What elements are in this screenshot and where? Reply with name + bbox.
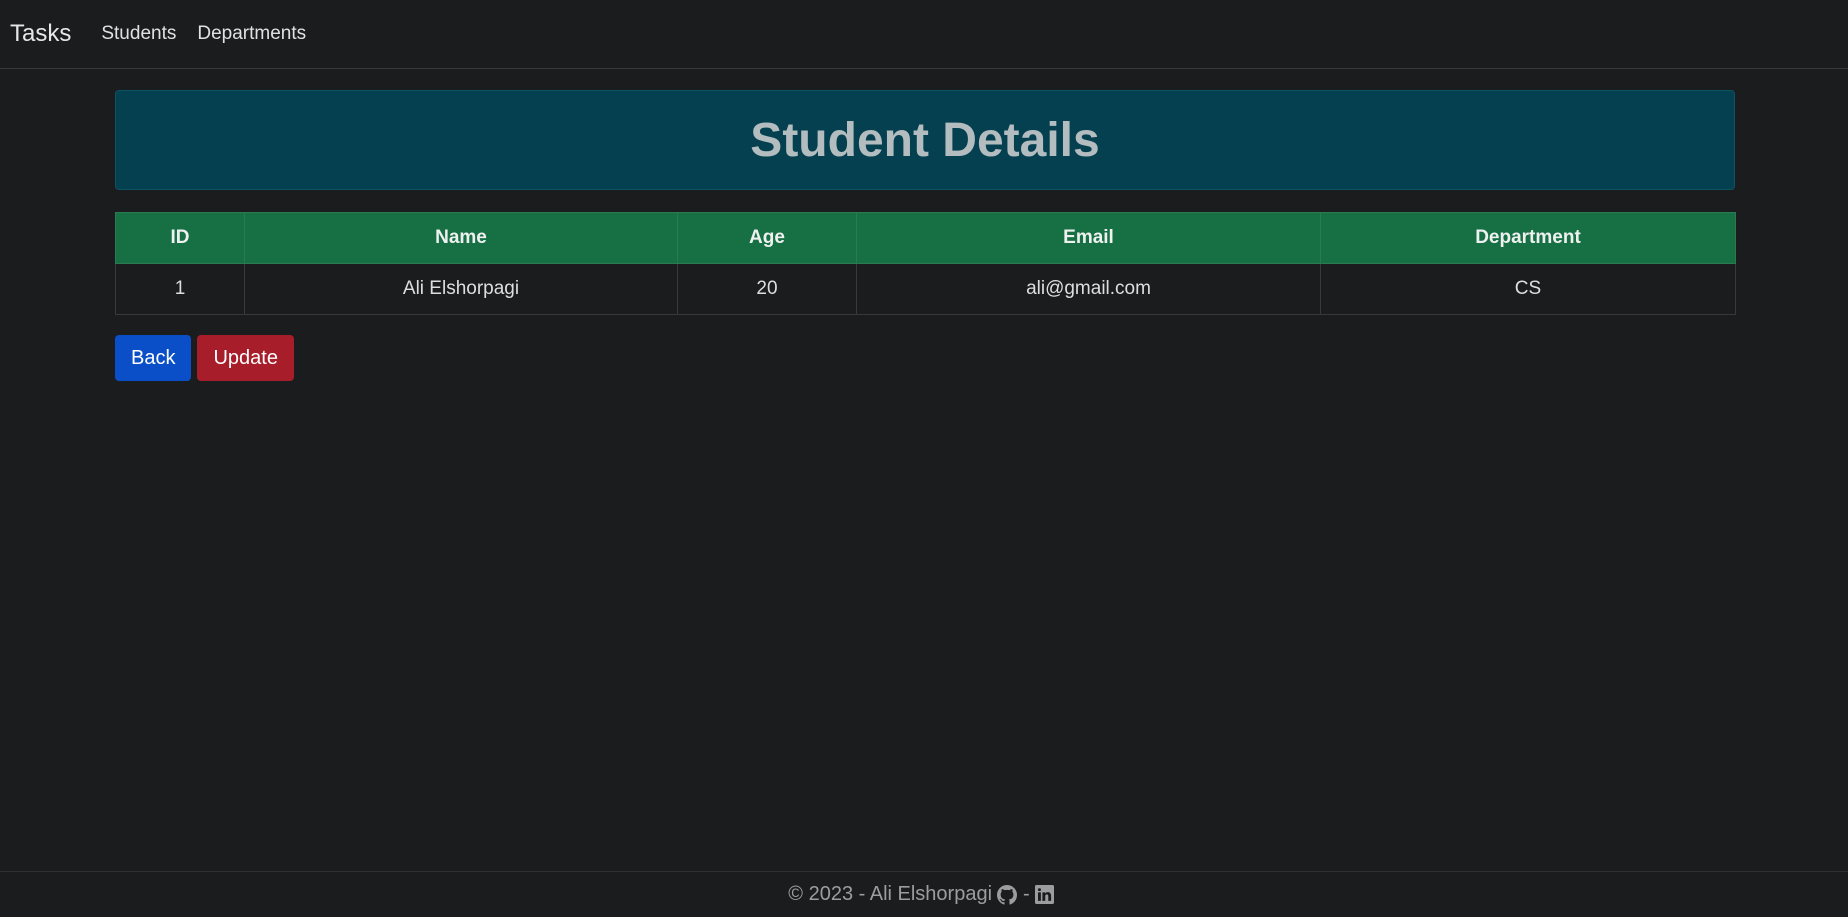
footer-copyright: © 2023 - Ali Elshorpagi [788,883,993,905]
github-icon[interactable] [997,884,1018,905]
page-title: Student Details [750,113,1100,167]
cell-email: ali@gmail.com [856,263,1321,315]
column-header-email: Email [856,212,1321,264]
brand-link[interactable]: Tasks [10,20,71,48]
column-header-age: Age [677,212,857,264]
navbar: Tasks Students Departments [0,0,1848,69]
column-header-id: ID [115,212,245,264]
footer-separator: - [1023,883,1030,905]
student-details-table: ID Name Age Email Department 1 Ali Elsho… [115,212,1736,315]
cell-department: CS [1320,263,1736,315]
cell-name: Ali Elshorpagi [244,263,678,315]
table-header-row: ID Name Age Email Department [115,212,1736,264]
action-buttons: Back Update [115,335,1735,381]
table-row: 1 Ali Elshorpagi 20 ali@gmail.com CS [115,263,1736,315]
column-header-name: Name [244,212,678,264]
nav-link-departments[interactable]: Departments [197,23,306,45]
cell-age: 20 [677,263,857,315]
page-banner: Student Details [115,90,1735,190]
main-container: Student Details ID Name Age Email Depart… [115,90,1736,381]
linkedin-icon[interactable] [1034,885,1054,904]
cell-id: 1 [115,263,245,315]
update-button[interactable]: Update [197,335,294,381]
footer: © 2023 - Ali Elshorpagi - [0,871,1848,917]
nav-link-students[interactable]: Students [101,23,176,45]
column-header-department: Department [1320,212,1736,264]
back-button[interactable]: Back [115,335,192,381]
